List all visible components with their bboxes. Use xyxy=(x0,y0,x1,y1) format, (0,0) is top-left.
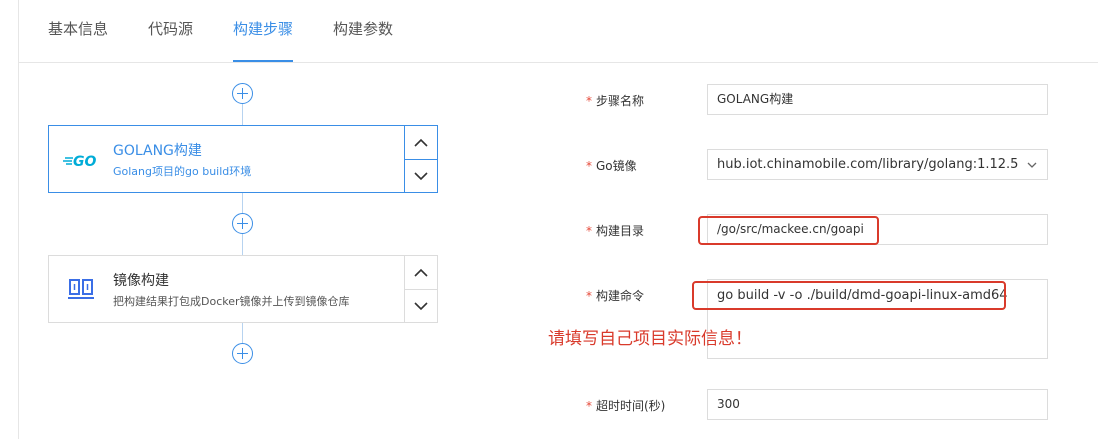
step-order-controls xyxy=(404,126,437,192)
build-cmd-label: * 构建命令 xyxy=(586,287,644,304)
required-mark: * xyxy=(586,159,592,173)
add-step-button[interactable] xyxy=(232,213,253,234)
required-mark: * xyxy=(586,399,592,413)
move-down-button[interactable] xyxy=(405,159,437,192)
build-dir-label: * 构建目录 xyxy=(586,222,644,239)
required-mark: * xyxy=(586,224,592,238)
golang-logo-icon: GO xyxy=(63,146,101,174)
required-mark: * xyxy=(586,94,592,108)
step-order-controls xyxy=(404,256,437,322)
annotation-note: 请填写自己项目实际信息！ xyxy=(548,329,752,349)
chevron-down-icon xyxy=(1027,162,1037,168)
tab-code-source[interactable]: 代码源 xyxy=(148,0,193,62)
add-step-button[interactable] xyxy=(232,343,253,364)
add-step-button[interactable] xyxy=(232,83,253,104)
tab-basic-info[interactable]: 基本信息 xyxy=(48,0,108,62)
required-mark: * xyxy=(586,289,592,303)
label-text: 步骤名称 xyxy=(596,94,645,108)
label-text: 超时时间(秒) xyxy=(596,399,666,413)
step-name-input[interactable]: GOLANG构建 xyxy=(707,84,1048,115)
highlight-box xyxy=(692,281,1006,310)
move-up-button[interactable] xyxy=(405,126,437,159)
connector-line xyxy=(242,323,243,343)
tab-build-params[interactable]: 构建参数 xyxy=(333,0,393,62)
step-title: GOLANG构建 xyxy=(113,143,202,159)
label-text: 构建目录 xyxy=(596,224,645,238)
tab-build-steps[interactable]: 构建步骤 xyxy=(233,0,294,62)
svg-text:GO: GO xyxy=(73,154,96,170)
tab-divider xyxy=(18,62,1098,63)
highlight-box xyxy=(698,216,879,245)
timeout-input[interactable]: 300 xyxy=(707,389,1048,420)
step-card-golang-build[interactable]: GO GOLANG构建 Golang项目的go build环境 xyxy=(48,125,438,193)
move-up-button[interactable] xyxy=(405,256,437,289)
tab-bar: 基本信息 代码源 构建步骤 构建参数 xyxy=(48,0,433,62)
panel-left-border xyxy=(18,0,19,439)
step-description: 把构建结果打包成Docker镜像并上传到镜像仓库 xyxy=(113,295,350,308)
chevron-up-icon xyxy=(414,268,428,277)
go-image-value: hub.iot.chinamobile.com/library/golang:1… xyxy=(717,157,1019,172)
chevron-up-icon xyxy=(414,138,428,147)
connector-line xyxy=(242,104,243,125)
chevron-down-icon xyxy=(414,171,428,180)
go-image-label: * Go镜像 xyxy=(586,157,637,174)
move-down-button[interactable] xyxy=(405,289,437,322)
docker-image-icon xyxy=(63,276,101,304)
label-text: 构建命令 xyxy=(596,289,645,303)
timeout-label: * 超时时间(秒) xyxy=(586,397,665,414)
step-card-image-build[interactable]: 镜像构建 把构建结果打包成Docker镜像并上传到镜像仓库 xyxy=(48,255,438,323)
step-name-label: * 步骤名称 xyxy=(586,92,644,109)
go-image-select[interactable]: hub.iot.chinamobile.com/library/golang:1… xyxy=(707,149,1048,180)
step-description: Golang项目的go build环境 xyxy=(113,165,252,178)
chevron-down-icon xyxy=(414,301,428,310)
step-title: 镜像构建 xyxy=(113,273,169,289)
label-text: Go镜像 xyxy=(596,159,637,173)
